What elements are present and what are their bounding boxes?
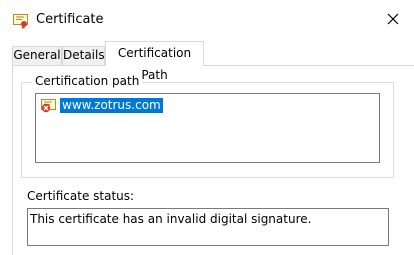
certification-path-label: Certification path — [32, 74, 143, 89]
certificate-icon — [13, 12, 30, 29]
title-bar: Certificate — [0, 0, 414, 40]
tab-certification-path[interactable]: Certification Path — [105, 41, 204, 82]
close-icon — [387, 13, 399, 28]
tree-item-label: www.zotrus.com — [60, 97, 163, 113]
close-button[interactable] — [378, 6, 408, 34]
certificate-status-field[interactable]: This certificate has an invalid digital … — [27, 208, 389, 246]
certification-path-tree[interactable]: www.zotrus.com — [35, 93, 380, 163]
tab-strip: General Details Certification Path — [0, 40, 414, 82]
window-title: Certificate — [36, 12, 104, 27]
certificate-status-text: This certificate has an invalid digital … — [30, 212, 312, 226]
certificate-status-label: Certificate status: — [27, 189, 135, 203]
tab-details[interactable]: Details — [62, 46, 105, 65]
tree-item[interactable]: www.zotrus.com — [41, 97, 163, 113]
certificate-error-icon — [41, 97, 58, 113]
tab-general[interactable]: General — [12, 46, 62, 65]
